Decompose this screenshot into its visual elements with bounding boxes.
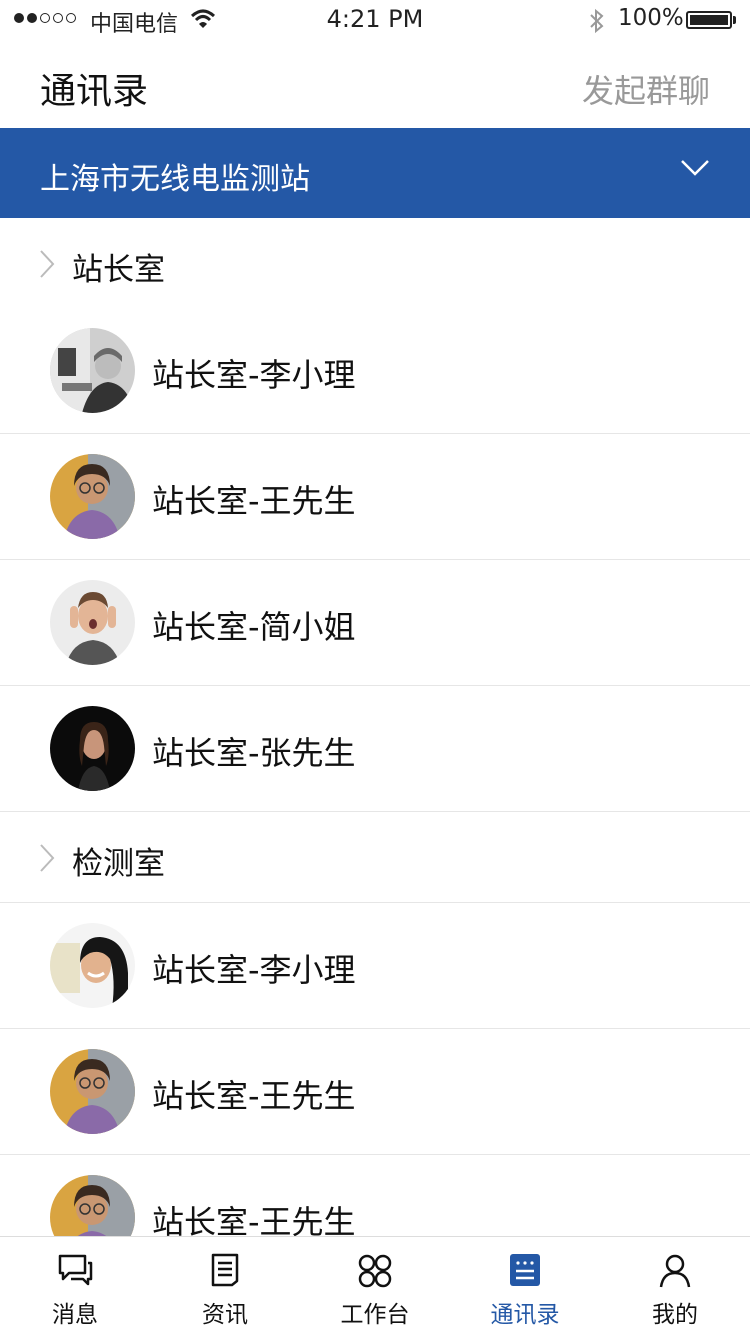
chevron-down-icon <box>681 160 709 176</box>
contact-row[interactable]: 站长室-李小理 <box>0 308 750 434</box>
contact-row[interactable]: 站长室-李小理 <box>0 903 750 1029</box>
avatar <box>50 706 135 791</box>
contact-name: 站长室-王先生 <box>152 482 356 520</box>
contact-name: 站长室-李小理 <box>152 951 356 989</box>
contact-name: 站长室-简小姐 <box>152 608 356 646</box>
tab-label: 消息 <box>52 1302 98 1328</box>
chevron-right-icon <box>40 844 55 872</box>
profile-icon <box>659 1254 691 1288</box>
tab-workbench[interactable]: 工作台 <box>300 1237 450 1335</box>
contact-name: 站长室-张先生 <box>152 734 356 772</box>
contacts-icon <box>510 1254 540 1286</box>
tab-profile[interactable]: 我的 <box>600 1237 750 1335</box>
battery-tip <box>733 16 736 24</box>
tab-bar: 消息 资讯 工作台 通讯录 我的 <box>0 1236 750 1335</box>
battery-percent: 100% <box>618 5 684 31</box>
contact-row[interactable]: 站长室-张先生 <box>0 686 750 812</box>
contact-name: 站长室-王先生 <box>152 1077 356 1115</box>
organization-name: 上海市无线电监测站 <box>40 162 310 197</box>
group-header[interactable]: 检测室 <box>0 812 750 903</box>
contact-name: 站长室-李小理 <box>152 356 356 394</box>
contact-row[interactable]: 站长室-简小姐 <box>0 560 750 686</box>
avatar <box>50 454 135 539</box>
avatar <box>50 1049 135 1134</box>
news-icon <box>211 1253 239 1287</box>
contact-row[interactable]: 站长室-王先生 <box>0 434 750 560</box>
status-bar: 中国电信 4:21 PM 100% <box>0 0 750 40</box>
avatar <box>50 923 135 1008</box>
nav-header: 通讯录 发起群聊 <box>0 40 750 128</box>
page-title: 通讯录 <box>40 71 149 112</box>
tab-label: 通讯录 <box>490 1302 560 1328</box>
start-group-chat-button[interactable]: 发起群聊 <box>582 66 710 112</box>
workbench-icon <box>358 1254 392 1288</box>
avatar <box>50 580 135 665</box>
group-header[interactable]: 站长室 <box>0 218 750 308</box>
tab-contacts[interactable]: 通讯录 <box>450 1237 600 1335</box>
group-label: 检测室 <box>72 846 165 882</box>
contact-list: 站长室 站长室-李小理 站长室-王先生 站长室-简小姐 站长室-张先生 检测室 … <box>0 218 750 1280</box>
tab-label: 我的 <box>652 1302 698 1328</box>
tab-label: 资讯 <box>202 1302 248 1328</box>
contact-row[interactable]: 站长室-王先生 <box>0 1029 750 1155</box>
organization-selector[interactable]: 上海市无线电监测站 <box>0 128 750 218</box>
group-label: 站长室 <box>72 252 165 288</box>
battery-icon <box>686 11 732 29</box>
message-icon <box>58 1254 93 1286</box>
avatar <box>50 328 135 413</box>
chevron-right-icon <box>40 250 55 278</box>
bluetooth-icon <box>590 8 604 34</box>
tab-news[interactable]: 资讯 <box>150 1237 300 1335</box>
tab-label: 工作台 <box>340 1302 410 1328</box>
tab-messages[interactable]: 消息 <box>0 1237 150 1335</box>
